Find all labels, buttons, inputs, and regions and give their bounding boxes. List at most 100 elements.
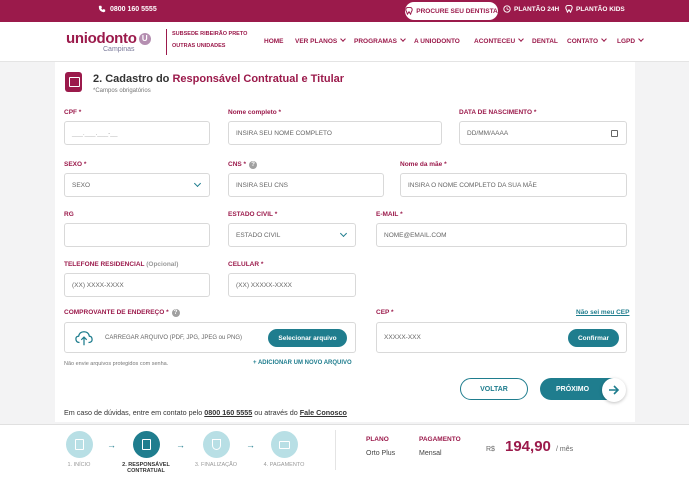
step-1-circle: [66, 431, 93, 458]
estado-civil-label: ESTADO CIVIL *: [228, 211, 278, 218]
required-note: *Campos obrigatórios: [93, 88, 151, 94]
step-2-label: 2. RESPONSÁVEL CONTRATUAL: [122, 462, 170, 474]
cns-input[interactable]: INSIRA SEU CNS: [228, 173, 384, 197]
chevron-down-icon: [518, 36, 525, 42]
progress-footer: [0, 424, 689, 480]
upload-text: CARREGAR ARQUIVO (PDF, JPG, JPEG ou PNG): [105, 335, 243, 341]
nascimento-input[interactable]: DD/MM/AAAA: [459, 121, 627, 145]
step-3-circle: [203, 431, 230, 458]
chevron-down-icon: [601, 36, 607, 42]
main-navbar: uniodonto U Campinas SUBSEDE RIBEIRÃO PRE…: [0, 22, 689, 62]
chevron-down-icon: [193, 179, 202, 188]
tooth-icon: [565, 5, 573, 13]
plantao-kids-link[interactable]: PLANTÃO KIDS: [565, 5, 625, 13]
nome-input[interactable]: INSIRA SEU NOME COMPLETO: [228, 121, 442, 145]
comprovante-label: COMPROVANTE DE ENDEREÇO *?: [64, 309, 180, 317]
document-icon: [75, 439, 84, 450]
estado-civil-select[interactable]: ESTADO CIVIL: [228, 223, 356, 247]
nav-item-lgpd[interactable]: LGPD: [617, 36, 644, 45]
nav-item-home[interactable]: HOME: [264, 38, 284, 45]
nav-item-ver-planos[interactable]: VER PLANOS: [295, 36, 347, 45]
back-button[interactable]: VOLTAR: [460, 378, 528, 400]
chevron-down-icon: [400, 36, 406, 42]
step-4-label: 4. PAGAMENTO: [263, 462, 305, 468]
pagamento-label: PAGAMENTO: [419, 436, 461, 443]
telefone-input[interactable]: (XX) XXXX-XXXX: [64, 273, 210, 297]
logo-badge: U: [138, 32, 151, 45]
trophy-icon: [212, 439, 221, 450]
nascimento-label: DATA DE NASCIMENTO *: [459, 109, 537, 116]
mae-label: Nome da mãe *: [400, 161, 447, 168]
find-dentist-label: PROCURE SEU DENTISTA: [416, 7, 498, 15]
sexo-label: SEXO *: [64, 161, 87, 168]
file-note: Não envie arquivos protegidos com senha.: [64, 361, 169, 367]
chevron-down-icon: [638, 36, 644, 42]
logo-text: uniodonto: [66, 30, 137, 47]
arrow-right-icon: [609, 385, 620, 395]
contact-line: Em caso de dúvidas, entre em contato pel…: [64, 408, 347, 417]
nav-item-aconteceu[interactable]: ACONTECEU: [474, 36, 525, 45]
find-dentist-button[interactable]: PROCURE SEU DENTISTA: [405, 2, 498, 20]
plantao-24h-link[interactable]: PLANTÃO 24H: [503, 5, 559, 13]
calendar-icon[interactable]: [611, 130, 618, 137]
chevron-down-icon: [340, 36, 347, 42]
credit-card-icon: [279, 441, 290, 449]
add-file-link[interactable]: + ADICIONAR UM NOVO ARQUIVO: [253, 360, 352, 366]
phone-icon: [98, 5, 106, 13]
phone-number: 0800 160 5555: [110, 5, 157, 13]
plantao-24h-label: PLANTÃO 24H: [514, 5, 560, 13]
nao-sei-cep-link[interactable]: Não sei meu CEP: [576, 309, 629, 316]
top-bar: 0800 160 5555 PROCURE SEU DENTISTA PLANT…: [0, 0, 689, 22]
edit-document-icon: [142, 439, 151, 450]
subsede-link[interactable]: SUBSEDE RIBEIRÃO PRETO: [172, 31, 247, 37]
plano-label: PLANO: [366, 436, 389, 443]
mae-input[interactable]: INSIRA O NOME COMPLETO DA SUA MÃE: [400, 173, 627, 197]
price-value: 194,90: [505, 438, 551, 455]
nav-item-a-uniodonto[interactable]: A UNIODONTO: [414, 38, 460, 45]
next-arrow-button[interactable]: [602, 378, 626, 402]
nome-label: Nome completo *: [228, 109, 282, 116]
contact-phone[interactable]: 0800 160 5555: [204, 408, 252, 417]
cloud-upload-icon: [75, 331, 93, 346]
help-icon[interactable]: ?: [249, 161, 258, 169]
tooth-icon: [405, 7, 413, 15]
cep-label: CEP *: [376, 309, 394, 316]
celular-input[interactable]: (XX) XXXXX-XXXX: [228, 273, 356, 297]
outras-unidades-link[interactable]: OUTRAS UNIDADES: [172, 43, 225, 49]
step-2-circle: [133, 431, 160, 458]
phone-link[interactable]: 0800 160 5555: [98, 5, 157, 13]
divider: [335, 430, 336, 470]
price-period: / mês: [556, 446, 574, 453]
step-arrow-icon: →: [176, 440, 185, 450]
step-3-label: 3. FINALIZAÇÃO: [194, 462, 238, 468]
nav-item-contato[interactable]: CONTATO: [567, 36, 607, 45]
divider: [166, 29, 167, 55]
chevron-down-icon: [339, 229, 348, 238]
nav-item-dental[interactable]: DENTAL: [532, 38, 558, 45]
rg-label: RG: [64, 211, 74, 218]
currency-symbol: R$: [486, 446, 495, 453]
plano-value: Orto Plus: [366, 450, 396, 457]
cns-label: CNS *?: [228, 161, 258, 169]
section-title: 2. Cadastro do Responsável Contratual e …: [93, 73, 345, 85]
email-label: E-MAIL *: [376, 211, 403, 218]
confirm-cep-button[interactable]: Confirmar: [568, 329, 619, 347]
sexo-select[interactable]: SEXO: [64, 173, 210, 197]
id-card-icon: [65, 72, 82, 92]
celular-label: CELULAR *: [228, 261, 264, 268]
rg-input[interactable]: [64, 223, 210, 247]
logo-subtitle: Campinas: [103, 46, 135, 53]
cpf-input[interactable]: ___.___.___-__: [64, 121, 210, 145]
clock-icon: [503, 5, 511, 13]
help-icon[interactable]: ?: [171, 309, 180, 317]
telefone-label: TELEFONE RESIDENCIAL (Opcional): [64, 261, 179, 268]
pagamento-value: Mensal: [419, 450, 442, 457]
plantao-kids-label: PLANTÃO KIDS: [576, 5, 625, 13]
select-file-button[interactable]: Selecionar arquivo: [268, 329, 347, 347]
email-input[interactable]: NOME@EMAIL.COM: [376, 223, 627, 247]
step-arrow-icon: →: [246, 440, 255, 450]
step-1-label: 1. INÍCIO: [67, 462, 91, 468]
logo[interactable]: uniodonto U Campinas: [66, 30, 151, 53]
nav-item-programas[interactable]: PROGRAMAS: [354, 36, 406, 45]
fale-conosco-link[interactable]: Fale Conosco: [300, 408, 347, 417]
